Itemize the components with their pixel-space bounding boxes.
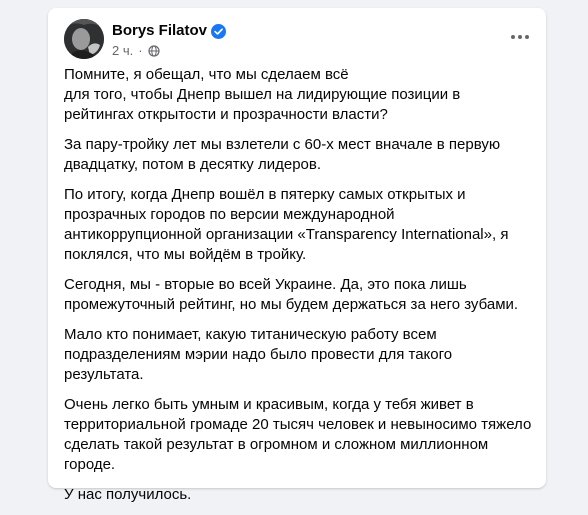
- post-meta: 2 ч. ·: [112, 43, 160, 59]
- author-line: Borys Filatov: [112, 22, 227, 40]
- post-header: Borys Filatov 2 ч. ·: [64, 19, 530, 63]
- post-paragraph: Мало кто понимает, какую титаническую ра…: [64, 326, 453, 383]
- verified-badge-icon: [211, 23, 227, 39]
- post-card: Borys Filatov 2 ч. · Помните, я обещал, …: [48, 8, 546, 503]
- more-options-icon: [510, 34, 530, 40]
- avatar[interactable]: [64, 19, 104, 59]
- meta-separator: ·: [138, 43, 143, 58]
- post-paragraph: Очень легко быть умным и красивым, когда…: [64, 396, 532, 473]
- author-name[interactable]: Borys Filatov: [112, 22, 207, 40]
- avatar-photo: [64, 19, 104, 59]
- post-paragraph: У нас получилось.: [64, 486, 192, 503]
- globe-icon[interactable]: [147, 45, 160, 57]
- post-paragraph: Помните, я обещал, что мы сделаем всё дл…: [64, 66, 461, 123]
- post-timestamp[interactable]: 2 ч.: [112, 43, 133, 59]
- post-paragraph: Сегодня, мы - вторые во всей Украине. Да…: [64, 276, 519, 313]
- post-paragraph: За пару-тройку лет мы взлетели с 60-х ме…: [64, 136, 501, 173]
- more-options-button[interactable]: [504, 23, 536, 51]
- post-paragraph: По итогу, когда Днепр вошёл в пятерку са…: [64, 186, 509, 263]
- post-text: Помните, я обещал, что мы сделаем всё дл…: [64, 65, 534, 515]
